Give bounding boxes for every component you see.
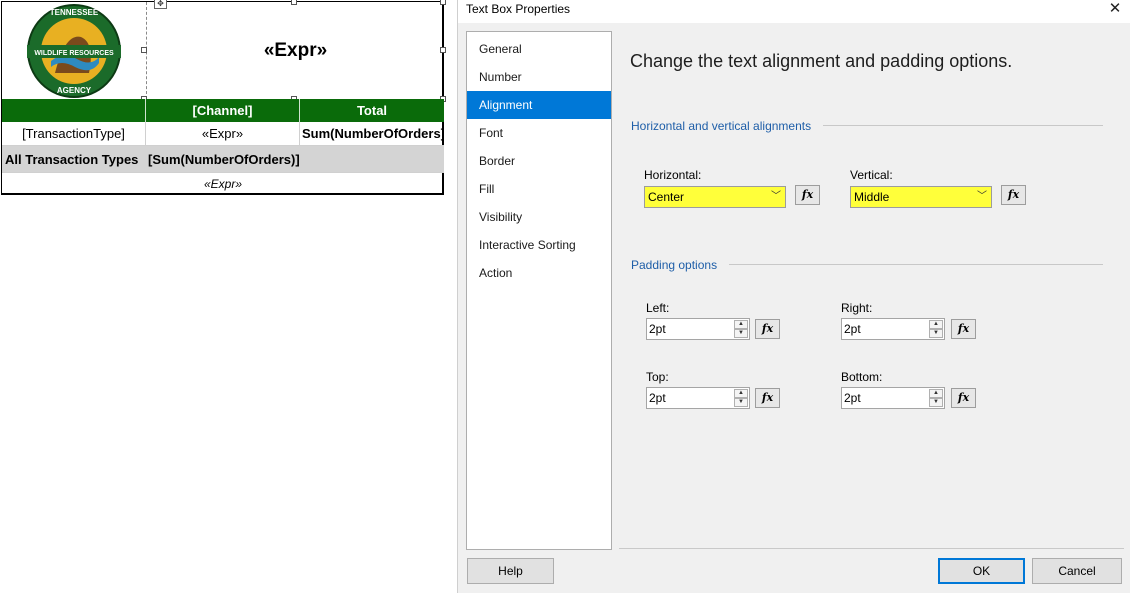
resize-handle[interactable] <box>440 0 446 5</box>
header-total-cell[interactable]: Total <box>300 99 444 122</box>
footer-expression-cell[interactable]: «Expr» <box>2 172 444 194</box>
group-divider <box>729 264 1103 265</box>
horizontal-alignment-value: Center <box>648 190 685 204</box>
nav-item-alignment[interactable]: Alignment <box>467 91 611 119</box>
padding-left-input[interactable] <box>647 319 733 339</box>
agency-logo: TENNESSEE WILDLIFE RESOURCES AGENCY <box>26 3 121 98</box>
nav-item-font[interactable]: Font <box>467 119 611 147</box>
chevron-down-icon: ﹀ <box>977 191 987 202</box>
transaction-type-cell[interactable]: [TransactionType] <box>2 122 146 146</box>
padding-right-fx-button[interactable]: fx <box>951 319 976 339</box>
alignment-page: Change the text alignment and padding op… <box>619 31 1124 550</box>
total-row-sum: [Sum(NumberOfOrders)] <box>148 151 300 167</box>
text-box-properties-dialog: Text Box Properties ✕ General Number Ali… <box>457 0 1130 593</box>
nav-item-number[interactable]: Number <box>467 63 611 91</box>
padding-top-label: Top: <box>646 370 669 384</box>
padding-top-input[interactable] <box>647 388 733 408</box>
detail-expr-cell[interactable]: «Expr» <box>146 122 300 146</box>
padding-right-spinner[interactable]: ▲ ▼ <box>841 318 945 340</box>
spin-down-icon[interactable]: ▼ <box>929 398 943 407</box>
resize-handle[interactable] <box>141 47 147 53</box>
report-designer-surface: ✥ TENNESSEE WILDLIFE RESOURCES AGENCY «E… <box>0 0 457 593</box>
padding-bottom-label: Bottom: <box>841 370 883 384</box>
nav-item-action[interactable]: Action <box>467 259 611 287</box>
alignment-group-title: Horizontal and vertical alignments <box>631 119 812 133</box>
vertical-fx-button[interactable]: fx <box>1001 185 1026 205</box>
chevron-down-icon: ﹀ <box>771 191 781 202</box>
group-divider <box>823 125 1103 126</box>
close-icon[interactable]: ✕ <box>1105 0 1125 20</box>
horizontal-fx-button[interactable]: fx <box>795 185 820 205</box>
property-page-list: General Number Alignment Font Border Fil… <box>466 31 612 550</box>
padding-top-fx-button[interactable]: fx <box>755 388 780 408</box>
help-button[interactable]: Help <box>467 558 554 584</box>
padding-bottom-input[interactable] <box>842 388 928 408</box>
spin-down-icon[interactable]: ▼ <box>734 398 748 407</box>
padding-left-spinner[interactable]: ▲ ▼ <box>646 318 750 340</box>
padding-bottom-spinner[interactable]: ▲ ▼ <box>841 387 945 409</box>
page-heading: Change the text alignment and padding op… <box>630 51 1013 71</box>
spin-up-icon[interactable]: ▲ <box>929 389 943 398</box>
total-row-label: All Transaction Types <box>5 151 139 167</box>
nav-item-fill[interactable]: Fill <box>467 175 611 203</box>
cancel-button[interactable]: Cancel <box>1032 558 1122 584</box>
padding-left-fx-button[interactable]: fx <box>755 319 780 339</box>
ok-button[interactable]: OK <box>938 558 1025 584</box>
horizontal-label: Horizontal: <box>644 168 702 182</box>
logo-bottom-text: AGENCY <box>56 86 91 95</box>
nav-item-general[interactable]: General <box>467 35 611 63</box>
dialog-title-bar[interactable]: Text Box Properties ✕ <box>458 0 1130 23</box>
spin-down-icon[interactable]: ▼ <box>929 329 943 338</box>
nav-item-interactive-sorting[interactable]: Interactive Sorting <box>467 231 611 259</box>
padding-right-input[interactable] <box>842 319 928 339</box>
dialog-title: Text Box Properties <box>466 2 571 16</box>
report-tablix[interactable]: ✥ TENNESSEE WILDLIFE RESOURCES AGENCY «E… <box>1 0 446 195</box>
logo-image-cell[interactable]: TENNESSEE WILDLIFE RESOURCES AGENCY <box>2 2 145 99</box>
padding-left-label: Left: <box>646 301 670 315</box>
header-blank-cell[interactable] <box>2 99 146 122</box>
vertical-alignment-value: Middle <box>854 190 890 204</box>
padding-group-title: Padding options <box>631 258 718 272</box>
detail-sum-cell[interactable]: Sum(NumberOfOrders] <box>300 122 444 146</box>
title-expression-textbox[interactable]: «Expr» <box>146 2 444 99</box>
padding-bottom-fx-button[interactable]: fx <box>951 388 976 408</box>
padding-right-label: Right: <box>841 301 873 315</box>
vertical-label: Vertical: <box>850 168 893 182</box>
vertical-alignment-select[interactable]: Middle ﹀ <box>850 186 992 208</box>
logo-top-text: TENNESSEE <box>49 8 98 17</box>
total-row[interactable]: All Transaction Types [Sum(NumberOfOrder… <box>2 146 444 172</box>
spin-up-icon[interactable]: ▲ <box>734 389 748 398</box>
header-channel-cell[interactable]: [Channel] <box>146 99 300 122</box>
horizontal-alignment-select[interactable]: Center ﹀ <box>644 186 786 208</box>
resize-handle[interactable] <box>440 47 446 53</box>
padding-top-spinner[interactable]: ▲ ▼ <box>646 387 750 409</box>
spin-up-icon[interactable]: ▲ <box>929 320 943 329</box>
resize-handle[interactable] <box>291 0 297 5</box>
logo-band-text: WILDLIFE RESOURCES <box>34 50 114 57</box>
nav-item-border[interactable]: Border <box>467 147 611 175</box>
nav-item-visibility[interactable]: Visibility <box>467 203 611 231</box>
spin-up-icon[interactable]: ▲ <box>734 320 748 329</box>
button-divider <box>619 548 1124 549</box>
spin-down-icon[interactable]: ▼ <box>734 329 748 338</box>
